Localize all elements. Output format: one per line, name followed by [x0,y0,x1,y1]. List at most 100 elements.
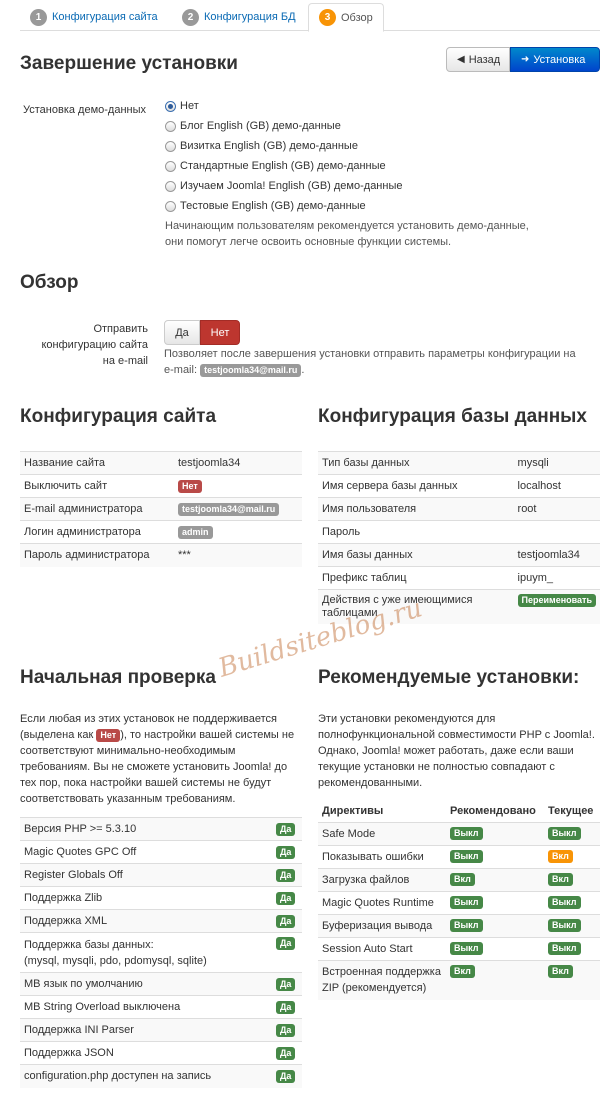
row-key: Register Globals Off [20,863,272,887]
table-row: Поддержка INI Parser Да [20,1018,302,1042]
wizard-tabs: 1 Конфигурация сайта 2 Конфигурация БД 3 Об… [20,3,600,32]
label-line: конфигурацию сайта [41,339,149,351]
tab-site-config[interactable]: 1 Конфигурация сайта [20,3,168,31]
intro-text: ), то настройки вашей системы не [120,729,295,741]
table-row: Magic Quotes GPC Off Да [20,840,302,864]
row-value: Да [272,863,302,887]
status-badge: Да [276,914,296,928]
row-key: Загрузка файлов [318,867,446,891]
table-row: MB String Overload выключена Да [20,995,302,1019]
status-badge: Да [276,1069,296,1083]
recommended-table: Директивы Рекомендовано Текущее Safe Mode В… [318,800,600,1000]
option-label: Тестовые English (GB) демо-данные [180,200,366,212]
status-badge: Да [276,1046,296,1060]
tab-overview[interactable]: 3 Обзор [308,3,384,32]
status-badge: Вкл [450,964,475,978]
demo-option[interactable]: Визитка English (GB) демо-данные [165,140,358,152]
rec-value: Вкл [446,867,544,891]
rec-value: Вкл [446,959,544,1000]
radio-checked-icon [165,100,176,112]
rec-value: Выкл [446,890,544,914]
nav-buttons: ◀ Назад ➜ Установка [446,47,600,72]
demo-option[interactable]: Изучаем Joomla! English (GB) демо-данные [165,180,402,192]
table-row: Логин администратора admin [20,520,302,544]
status-badge: Да [276,1000,296,1014]
table-row: Загрузка файлов Вкл Вкл [318,867,600,891]
help-line: Позволяет после завершения установки отп… [164,348,576,360]
key-line: Поддержка базы данных: [24,938,154,951]
row-key: Выключить сайт [20,474,174,498]
row-key: Magic Quotes GPC Off [20,840,272,864]
table-row: Выключить сайт Нет [20,474,302,498]
table-row: Префикс таблиц ipuym_ [318,566,600,590]
table-row: Поддержка JSON Да [20,1041,302,1065]
intro-line: рекомендованными. [318,777,423,789]
demo-option[interactable]: Стандартные English (GB) демо-данные [165,160,386,172]
demo-option[interactable]: Нет [165,100,199,112]
value-badge: Переименовать [517,594,596,607]
status-badge: Нет [96,729,121,742]
column-header: Текущее [548,804,594,817]
table-row: E-mail администратора testjoomla34@mail.r… [20,497,302,521]
yes-button[interactable]: Да [164,320,200,345]
intro-line: соответствуют минимально-необходимым [20,745,236,757]
step-number: 3 [319,9,336,26]
table-row: Имя пользователя root [318,497,600,521]
row-value: admin [174,520,302,544]
row-key: Тип базы данных [318,451,514,475]
demo-option[interactable]: Блог English (GB) демо-данные [165,120,341,132]
no-button[interactable]: Нет [200,320,240,345]
intro-line: (выделена как Нет), то настройки вашей с… [20,727,294,743]
status-badge: Выкл [450,827,483,840]
tab-db-config[interactable]: 2 Конфигурация БД [172,3,306,31]
row-value: Да [272,817,302,841]
table-row: Пароль администратора *** [20,543,302,567]
row-value: Да [272,909,302,933]
install-button[interactable]: ➜ Установка [510,47,600,72]
status-badge: Вкл [548,873,573,886]
help-suffix: . [301,364,305,376]
intro-line: Если любая из этих установок не поддержи… [20,713,277,725]
radio-icon [165,180,176,192]
status-badge: Выкл [450,942,483,955]
row-value: localhost [513,474,600,498]
status-badge: Выкл [450,850,483,863]
table-row: Поддержка Zlib Да [20,886,302,910]
status-badge: Выкл [548,919,581,932]
back-button[interactable]: ◀ Назад [446,47,510,72]
column-header: Директивы [322,804,384,817]
demo-option[interactable]: Тестовые English (GB) демо-данные [165,200,366,212]
rec-value: Выкл [446,821,544,845]
row-value: Да [272,995,302,1019]
recommended-title: Рекомендуемые установки: [318,667,580,688]
option-label: Изучаем Joomla! English (GB) демо-данные [180,180,403,192]
radio-icon [165,140,176,152]
cur-value: Вкл [544,844,600,868]
rec-value: Выкл [446,844,544,868]
intro-line: требованиям. Вы не сможете установить Jo… [20,761,288,773]
row-key: Встроенная поддержка ZIP (рекомендуется) [318,959,446,1000]
help-line: Начинающим пользователям рекомендуется у… [165,220,529,232]
table-row: Показывать ошибки Выкл Вкл [318,844,600,868]
radio-icon [165,160,176,172]
table-row: configuration.php доступен на запись Да [20,1064,302,1088]
intro-line: текущие установки не полностью совпадают… [318,761,555,773]
cur-value: Выкл [544,913,600,937]
status-badge: Выкл [548,827,581,840]
status-badge: Да [276,977,296,991]
option-label: Стандартные English (GB) демо-данные [180,160,386,172]
row-value: *** [174,543,302,567]
table-row: Название сайта testjoomla34 [20,451,302,475]
status-badge: Да [276,868,296,882]
row-value: Да [272,840,302,864]
row-key: Поддержка XML [20,909,272,933]
label-line: на e-mail [102,355,148,367]
row-value: root [513,497,600,521]
row-key: MB язык по умолчанию [20,972,272,996]
row-key: Пароль администратора [20,543,174,567]
tab-label: Обзор [341,11,373,24]
row-key: Пароль [318,520,514,544]
table-row: Имя сервера базы данных localhost [318,474,600,498]
send-config-toggle: Да Нет [164,320,240,345]
row-value: ipuym_ [513,566,600,590]
